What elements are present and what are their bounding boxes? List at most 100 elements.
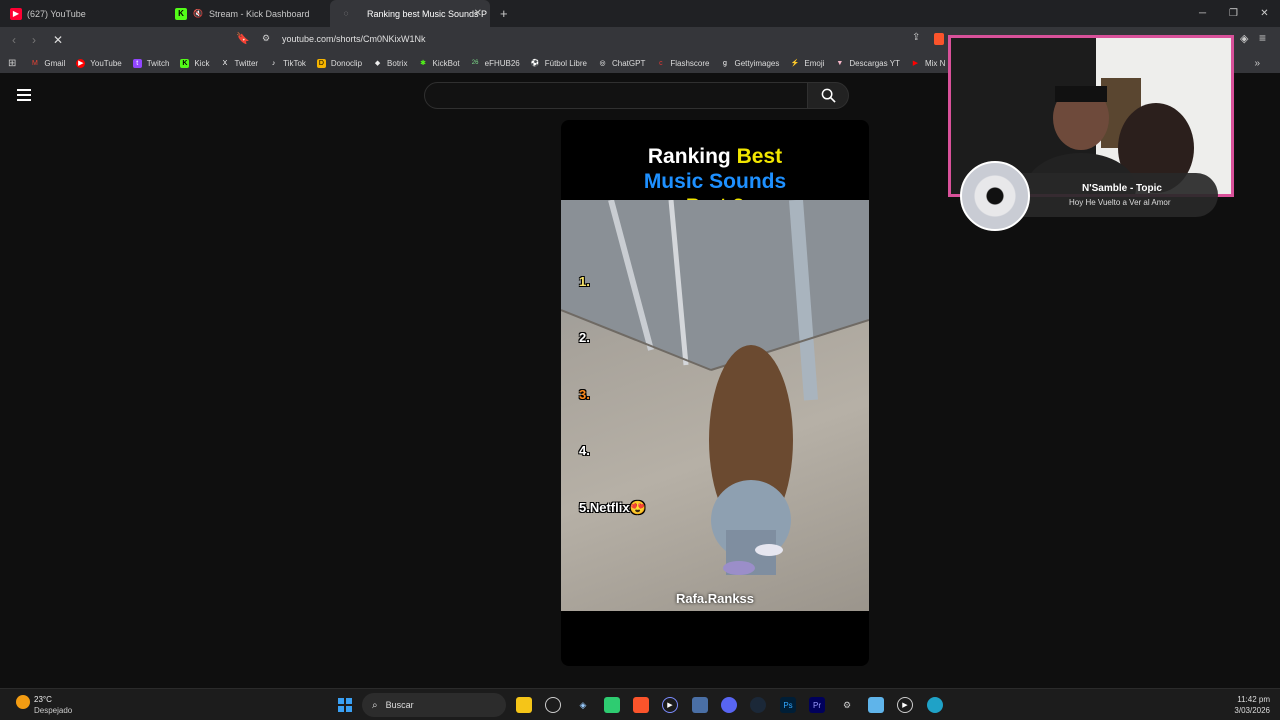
album-disc-icon <box>960 161 1030 231</box>
bookmark-label: Twitch <box>146 58 170 68</box>
bookmark-chatgpt[interactable]: ◎ ChatGPT <box>598 59 645 68</box>
file-explorer-icon[interactable] <box>516 697 532 713</box>
edge-icon[interactable] <box>927 697 943 713</box>
bookmark-twitter[interactable]: X Twitter <box>221 58 259 68</box>
site-info-icon[interactable]: ⚙ <box>262 33 270 44</box>
bookmark-gettyimages[interactable]: g Gettyimages <box>720 59 779 68</box>
bookmark-icon[interactable]: 🔖 <box>236 32 250 45</box>
bookmark-botrix[interactable]: ◆ Botrix <box>373 58 408 68</box>
wallet-icon[interactable]: ◈ <box>1240 32 1248 45</box>
close-window-icon[interactable]: ✕ <box>1249 0 1280 27</box>
title-ranking: Ranking <box>647 145 737 168</box>
creator-watermark: Rafa.Rankss <box>675 591 755 606</box>
close-tab-icon[interactable]: ✕ <box>474 8 482 19</box>
media-player-icon[interactable]: ▶ <box>662 697 678 713</box>
bookmark-label: Emoji <box>804 58 825 68</box>
notepad-icon[interactable] <box>868 697 884 713</box>
photoshop-icon[interactable]: Ps <box>780 697 796 713</box>
bookmark-descargas-yt[interactable]: ▼ Descargas YT <box>835 59 900 68</box>
bookmark-label: Descargas YT <box>849 58 900 68</box>
obs-icon[interactable] <box>545 697 561 713</box>
restore-icon[interactable]: ❐ <box>1218 0 1249 27</box>
bookmark-mix[interactable]: ▶ Mix N <box>911 58 946 68</box>
windows-start-icon[interactable] <box>337 697 353 713</box>
app-diamond-icon[interactable]: ◈ <box>575 697 591 713</box>
bookmark-label: TikTok <box>283 58 306 68</box>
menu-icon[interactable]: ≡ <box>1259 31 1266 45</box>
search-icon: ⌕ <box>372 699 378 711</box>
tab-kick-dashboard[interactable]: K 🔇 Stream - Kick Dashboard <box>165 0 330 27</box>
minimize-icon[interactable]: ─ <box>1187 0 1218 27</box>
botrix-icon: ◆ <box>374 60 381 67</box>
bookmark-label: Botrix <box>387 58 408 68</box>
more-bookmarks-icon[interactable]: » <box>1254 58 1260 69</box>
efhub-icon: 26 <box>471 60 479 66</box>
calculator-icon[interactable] <box>692 697 708 713</box>
steam-icon[interactable] <box>750 697 766 713</box>
settings-gear-icon[interactable]: ⚙ <box>839 697 855 713</box>
apps-grid-icon[interactable]: ⊞ <box>8 58 16 69</box>
bookmark-twitch[interactable]: t Twitch <box>132 58 170 68</box>
bookmark-youtube[interactable]: ▶ YouTube <box>76 58 122 68</box>
app-green-icon[interactable] <box>604 697 620 713</box>
x-icon: X <box>222 59 228 67</box>
bookmark-emoji[interactable]: ⚡ Emoji <box>790 58 825 68</box>
new-tab-button[interactable]: + <box>500 6 508 21</box>
bookmark-label: ChatGPT <box>612 58 646 68</box>
muted-audio-icon[interactable]: 🔇 <box>192 8 204 20</box>
gettyimages-icon: g <box>723 59 727 67</box>
premiere-icon[interactable]: Pr <box>809 697 825 713</box>
bookmark-kickbot[interactable]: ✱ KickBot <box>419 59 460 68</box>
kick-icon: K <box>175 7 187 20</box>
hamburger-menu-icon[interactable] <box>17 89 31 101</box>
donoclip-icon: D <box>316 58 326 68</box>
tab-title: Ranking best Music Sounds P <box>367 8 488 19</box>
tab-ranking-music[interactable]: ◌ Ranking best Music Sounds P ✕ <box>330 0 490 27</box>
player-icon[interactable]: ▶ <box>897 697 913 713</box>
brave-browser-icon[interactable] <box>633 697 649 713</box>
video-frame[interactable]: 1. 2. 3. 4. 5.Netflix😍 Rafa.Rankss <box>561 200 869 611</box>
youtube-icon: ▶ <box>912 60 919 67</box>
tab-youtube[interactable]: ▶ (627) YouTube <box>0 0 165 27</box>
bookmark-label: Donoclip <box>330 58 363 68</box>
bookmark-label: KickBot <box>432 58 460 68</box>
bookmark-gmail[interactable]: M Gmail <box>30 59 65 68</box>
url-field[interactable]: youtube.com/shorts/Cm0NKixW1Nk <box>282 34 426 44</box>
short-video-player[interactable]: Ranking Best Music Sounds Part 2 1. 2. 3… <box>561 120 869 666</box>
discord-icon[interactable] <box>721 697 737 713</box>
music-artist: N'Samble - Topic <box>1082 183 1162 194</box>
bookmark-flashscore[interactable]: c Flashscore <box>656 59 709 68</box>
bookmark-efhub26[interactable]: 26 eFHUB26 <box>471 59 520 68</box>
search-button[interactable] <box>807 82 849 109</box>
rank-5: 5.Netflix😍 <box>579 500 646 515</box>
bookmark-label: Mix N <box>924 58 946 68</box>
rank-4: 4. <box>579 443 590 458</box>
taskbar-search[interactable]: ⌕ Buscar <box>362 693 506 717</box>
bookmark-futbol-libre[interactable]: ⚽ Fútbol Libre <box>531 59 587 68</box>
clock-time: 11:42 pm <box>1237 695 1270 704</box>
clock-date: 3/03/2026 <box>1234 706 1270 715</box>
loading-spinner-icon: ◌ <box>343 9 349 18</box>
windows-taskbar: 23°C Despejado ⌕ Buscar ◈ ▶ Ps Pr ⚙ ▶ 11… <box>0 688 1280 720</box>
search-input[interactable] <box>424 82 808 109</box>
bookmark-label: Twitter <box>234 58 259 68</box>
bookmark-tiktok[interactable]: ♪ TikTok <box>269 59 306 68</box>
now-playing-overlay: N'Samble - Topic Hoy He Vuelto a Ver al … <box>960 161 1232 231</box>
share-icon[interactable]: ⇪ <box>912 32 920 43</box>
search-icon <box>821 88 836 103</box>
futbol-icon: ⚽ <box>530 60 540 67</box>
bookmark-label: Fútbol Libre <box>544 58 587 68</box>
stop-loading-icon[interactable]: ✕ <box>48 33 68 47</box>
bookmark-kick[interactable]: K Kick <box>180 58 210 68</box>
bookmark-label: eFHUB26 <box>484 58 520 68</box>
youtube-icon: ▶ <box>76 58 86 68</box>
title-music-sounds: Music Sounds <box>643 170 787 193</box>
bookmark-donoclip[interactable]: D Donoclip <box>316 58 363 68</box>
back-arrow-icon[interactable]: ‹ <box>4 33 24 47</box>
bookmark-label: Gmail <box>44 58 66 68</box>
brave-shield-icon[interactable] <box>934 33 944 45</box>
forward-arrow-icon[interactable]: › <box>24 33 44 47</box>
bookmark-label: Kick <box>194 58 210 68</box>
system-clock[interactable]: 11:42 pm 3/03/2026 <box>1234 694 1270 716</box>
lightning-icon: ⚡ <box>790 60 800 67</box>
